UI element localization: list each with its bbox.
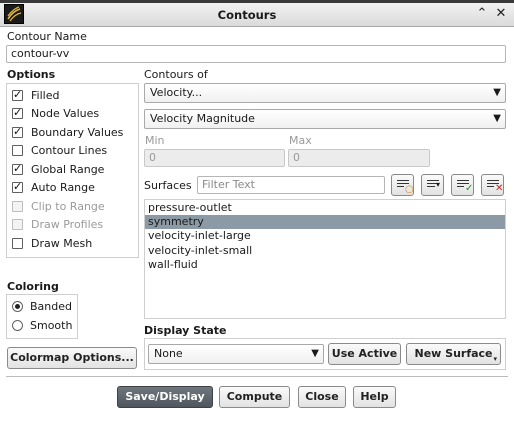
- smooth-radio-circle[interactable]: [12, 320, 23, 331]
- contour-lines-check-box[interactable]: [12, 145, 23, 156]
- clip-to-range-check-box: [12, 201, 23, 212]
- deselect-all-icon[interactable]: ✕: [481, 174, 504, 196]
- contours-of-category-value: Velocity...: [150, 86, 203, 99]
- banded-radio[interactable]: Banded: [12, 299, 80, 315]
- node-values-label: Node Values: [31, 107, 100, 120]
- filled-check-box[interactable]: [12, 88, 23, 101]
- surfaces-label: Surfaces: [144, 179, 192, 192]
- use-active-button[interactable]: Use Active: [328, 343, 401, 365]
- clip-to-range-checkbox: Clip to Range: [12, 199, 140, 215]
- contour-name-label: Contour Name: [7, 30, 87, 43]
- filled-label: Filled: [31, 89, 60, 102]
- draw-profiles-label: Draw Profiles: [31, 218, 104, 231]
- window-title: Contours: [217, 8, 277, 22]
- contour-lines-label: Contour Lines: [31, 144, 108, 157]
- select-all-icon[interactable]: ✓: [451, 174, 474, 196]
- surfaces-filter-input[interactable]: Filter Text: [197, 176, 385, 194]
- boundary-values-check-box[interactable]: [12, 125, 23, 138]
- help-button[interactable]: Help: [353, 386, 396, 408]
- boundary-values-label: Boundary Values: [31, 126, 124, 139]
- colormap-options-button[interactable]: Colormap Options...: [7, 347, 137, 369]
- global-range-label: Global Range: [31, 163, 105, 176]
- chevron-down-icon: ▼: [311, 348, 319, 359]
- contours-of-label: Contours of: [144, 68, 208, 81]
- smooth-label: Smooth: [30, 319, 73, 332]
- chevron-down-icon: ▼: [493, 87, 501, 98]
- contours-of-quantity-value: Velocity Magnitude: [150, 112, 255, 125]
- coloring-panel: Banded Smooth: [6, 294, 78, 339]
- close-button[interactable]: Close: [298, 386, 346, 408]
- title-bar[interactable]: Contours ⌃ ✕: [0, 3, 514, 27]
- contours-of-category-dropdown[interactable]: Velocity... ▼: [144, 83, 506, 103]
- surface-item-velocity-inlet-large[interactable]: velocity-inlet-large: [145, 229, 505, 243]
- node-values-check-box[interactable]: [12, 106, 23, 119]
- select-highlighted-icon[interactable]: ○: [391, 174, 414, 196]
- banded-radio-circle[interactable]: [12, 301, 23, 312]
- display-state-value: None: [154, 347, 183, 360]
- node-values-checkbox[interactable]: Node Values: [12, 106, 140, 122]
- chevron-down-icon: ▼: [493, 113, 501, 124]
- draw-mesh-checkbox[interactable]: Draw Mesh: [12, 236, 140, 252]
- options-heading: Options: [7, 68, 56, 81]
- save-display-button[interactable]: Save/Display: [117, 386, 213, 408]
- draw-mesh-check-box[interactable]: [12, 238, 23, 249]
- contour-lines-checkbox[interactable]: Contour Lines: [12, 143, 140, 159]
- draw-mesh-label: Draw Mesh: [31, 237, 93, 250]
- list-menu-icon[interactable]: ▾: [421, 174, 444, 196]
- clip-to-range-label: Clip to Range: [31, 200, 105, 213]
- display-state-heading: Display State: [144, 324, 227, 337]
- global-range-check-box[interactable]: [12, 162, 23, 175]
- options-panel: Filled Node Values Boundary Values Conto…: [6, 83, 139, 258]
- min-field: 0: [144, 149, 285, 167]
- max-label: Max: [289, 134, 312, 147]
- auto-range-check-box[interactable]: [12, 180, 23, 193]
- draw-profiles-check-box: [12, 219, 23, 230]
- global-range-checkbox[interactable]: Global Range: [12, 162, 140, 178]
- new-surface-label: New Surface: [414, 347, 493, 360]
- surface-item-symmetry[interactable]: symmetry: [145, 215, 505, 229]
- smooth-radio[interactable]: Smooth: [12, 318, 80, 334]
- contours-of-quantity-dropdown[interactable]: Velocity Magnitude ▼: [144, 109, 506, 129]
- boundary-values-checkbox[interactable]: Boundary Values: [12, 125, 140, 141]
- footer-divider: [6, 376, 508, 377]
- draw-profiles-checkbox: Draw Profiles: [12, 217, 140, 233]
- new-surface-button[interactable]: New Surface ▾: [406, 343, 501, 365]
- surfaces-list[interactable]: pressure-outlet symmetry velocity-inlet-…: [144, 199, 506, 319]
- min-label: Min: [145, 134, 165, 147]
- auto-range-checkbox[interactable]: Auto Range: [12, 180, 140, 196]
- max-field: 0: [288, 149, 430, 167]
- compute-button[interactable]: Compute: [219, 386, 290, 408]
- surface-item-wall-fluid[interactable]: wall-fluid: [145, 258, 505, 272]
- banded-label: Banded: [30, 300, 72, 313]
- display-state-dropdown[interactable]: None ▼: [148, 344, 324, 364]
- surface-item-velocity-inlet-small[interactable]: velocity-inlet-small: [145, 244, 505, 258]
- contour-name-field[interactable]: contour-vv: [6, 45, 506, 63]
- auto-range-label: Auto Range: [31, 181, 95, 194]
- surface-item-pressure-outlet[interactable]: pressure-outlet: [145, 201, 505, 215]
- filled-checkbox[interactable]: Filled: [12, 88, 140, 104]
- chevron-down-icon: ▾: [493, 355, 497, 363]
- close-window-icon[interactable]: ✕: [493, 6, 509, 22]
- collapse-up-icon[interactable]: ⌃: [474, 6, 490, 22]
- coloring-heading: Coloring: [7, 280, 59, 293]
